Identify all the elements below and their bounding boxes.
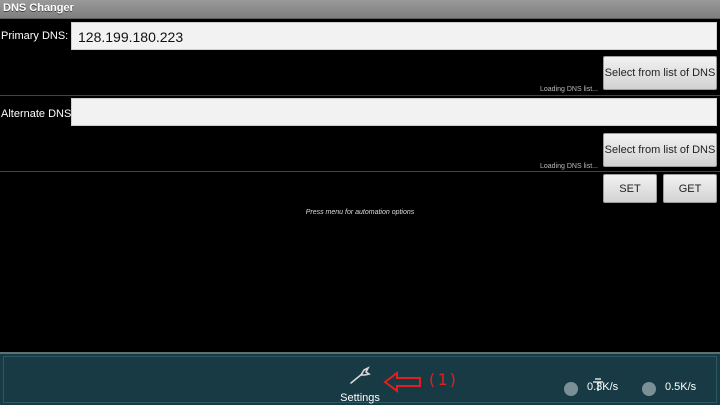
download-speed: 0.3K/s <box>587 381 619 393</box>
alternate-loading-text: Loading DNS list... <box>540 163 598 170</box>
set-button[interactable]: SET <box>603 174 657 203</box>
upload-icon <box>642 382 656 396</box>
arrow-left-icon <box>383 371 421 393</box>
download-icon <box>564 382 578 396</box>
wrench-icon[interactable] <box>348 366 372 386</box>
get-button-label: GET <box>678 182 702 195</box>
set-button-label: SET <box>619 182 641 195</box>
automation-hint: Press menu for automation options <box>305 209 415 216</box>
alternate-dns-label: Alternate DNS: <box>1 108 75 120</box>
primary-select-dns-button[interactable]: Select from list of DNS <box>603 56 717 90</box>
alternate-select-dns-label: Select from list of DNS <box>604 144 716 156</box>
settings-label[interactable]: Settings <box>335 392 385 404</box>
divider-primary <box>0 95 720 96</box>
annotation-label: (1) <box>427 370 459 389</box>
alternate-select-dns-button[interactable]: Select from list of DNS <box>603 133 717 167</box>
alternate-dns-input[interactable] <box>71 98 717 126</box>
upload-speed: 0.5K/s <box>665 381 697 393</box>
primary-loading-text: Loading DNS list... <box>540 86 598 93</box>
primary-select-dns-label: Select from list of DNS <box>604 67 716 79</box>
primary-dns-input[interactable]: 128.199.180.223 <box>71 22 717 50</box>
app-title: DNS Changer <box>3 2 74 14</box>
get-button[interactable]: GET <box>663 174 717 203</box>
divider-alternate <box>0 171 720 172</box>
title-bar: DNS Changer <box>0 0 720 19</box>
primary-dns-label: Primary DNS: <box>1 30 69 42</box>
